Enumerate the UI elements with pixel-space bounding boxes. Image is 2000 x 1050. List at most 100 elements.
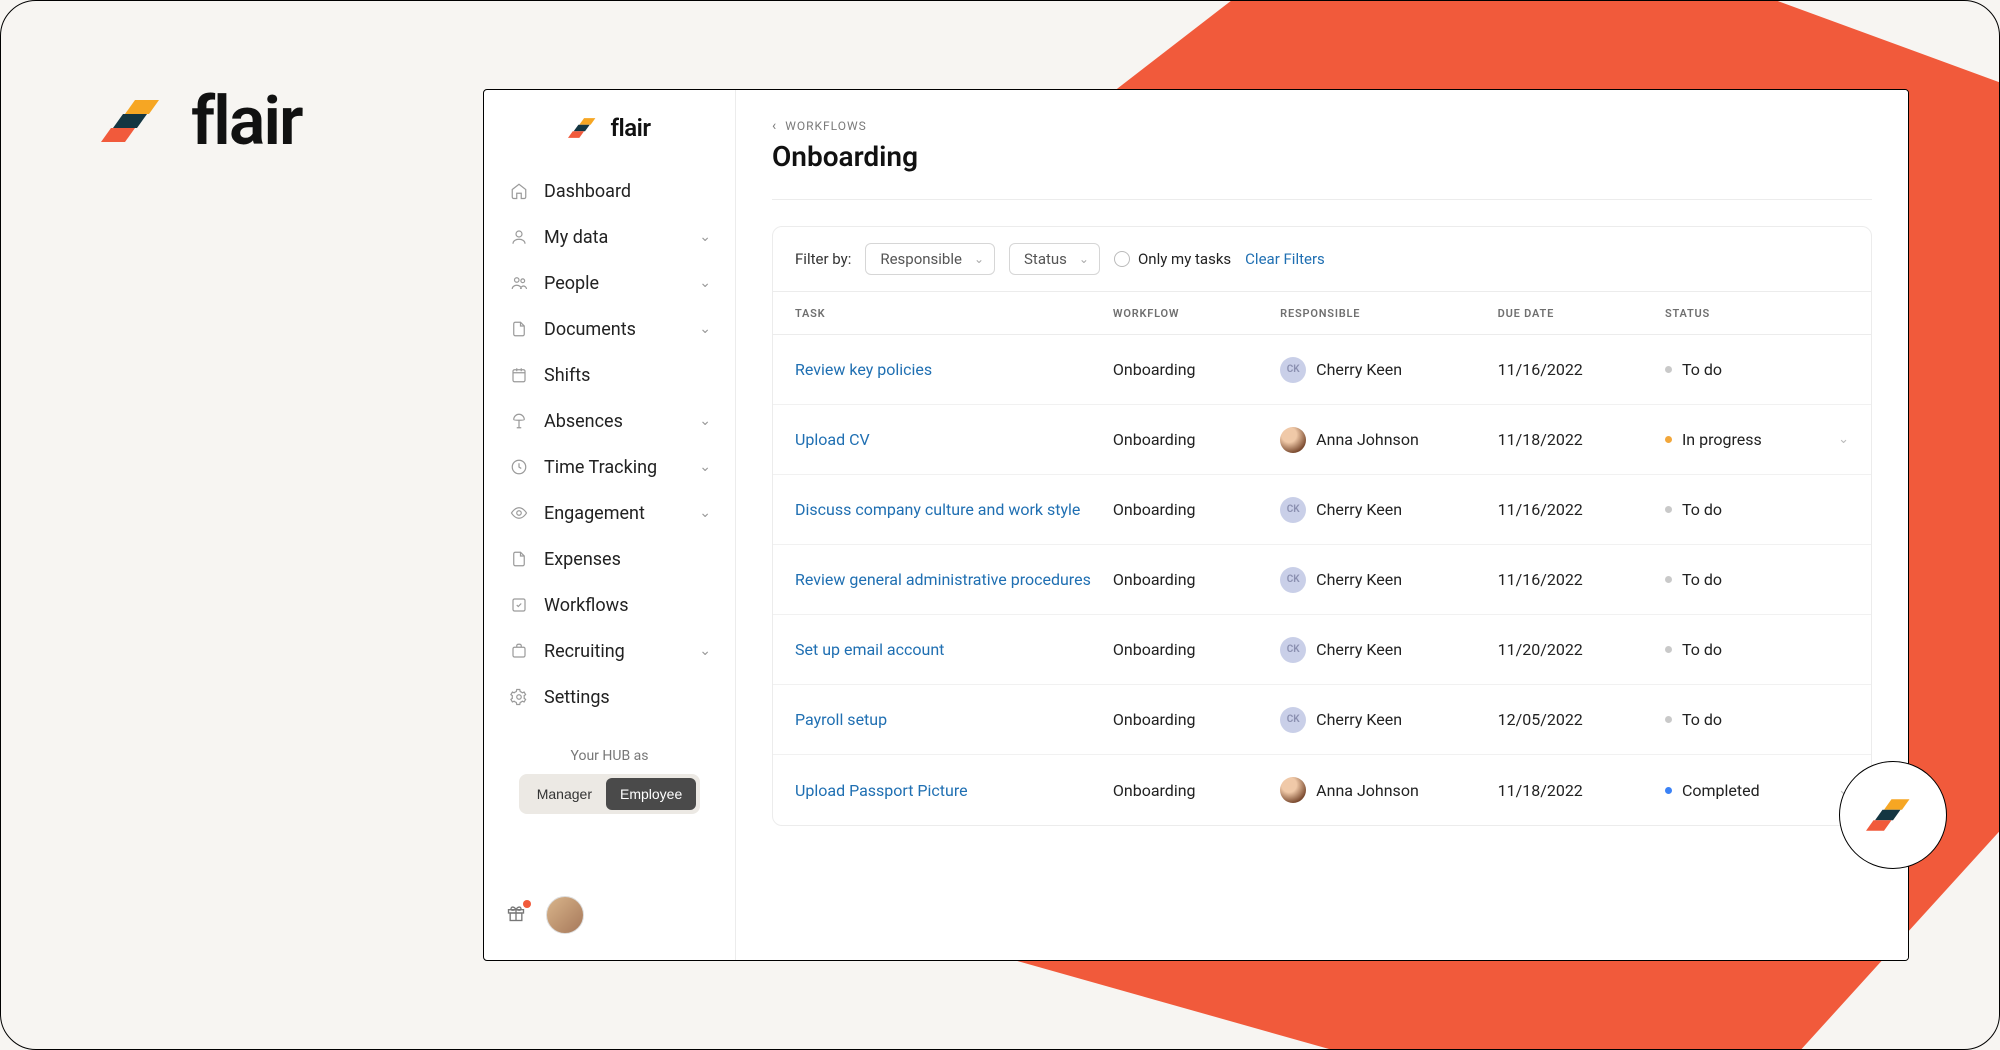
status-cell[interactable]: To do — [1665, 710, 1849, 729]
status-label: To do — [1682, 570, 1722, 589]
workflow-cell: Onboarding — [1113, 640, 1280, 659]
sidebar-item-dashboard[interactable]: Dashboard — [496, 168, 723, 214]
table-row: Set up email account OnboardingCKCherry K… — [773, 615, 1871, 685]
filter-responsible-label: Responsible — [880, 250, 962, 268]
due-date-cell: 11/16/2022 — [1498, 360, 1665, 379]
workflow-cell: Onboarding — [1113, 360, 1280, 379]
sidebar-item-workflows[interactable]: Workflows — [496, 582, 723, 628]
fab-flair-button[interactable] — [1839, 761, 1947, 869]
workflow-cell: Onboarding — [1113, 781, 1280, 800]
status-cell[interactable]: To do — [1665, 640, 1849, 659]
status-label: To do — [1682, 360, 1722, 379]
brand-name: flair — [191, 81, 302, 161]
responsible-name: Anna Johnson — [1316, 781, 1419, 800]
task-link[interactable]: Review key policies — [795, 360, 932, 379]
breadcrumb[interactable]: ‹ WORKFLOWS — [772, 118, 1872, 134]
task-link[interactable]: Payroll setup — [795, 710, 887, 729]
filter-status-select[interactable]: Status ⌄ — [1009, 243, 1100, 275]
sidebar-item-label: Settings — [544, 687, 610, 708]
chevron-down-icon: ⌄ — [699, 275, 711, 291]
sidebar-item-settings[interactable]: Settings — [496, 674, 723, 720]
workflow-cell: Onboarding — [1113, 710, 1280, 729]
app-window: flair DashboardMy data⌄People⌄Documents⌄… — [483, 89, 1909, 961]
status-label: Completed — [1682, 781, 1760, 800]
sidebar-item-documents[interactable]: Documents⌄ — [496, 306, 723, 352]
settings-icon — [508, 686, 530, 708]
main-content: ‹ WORKFLOWS Onboarding Filter by: Respon… — [736, 90, 1908, 960]
status-label: To do — [1682, 710, 1722, 729]
sidebar-item-label: Absences — [544, 411, 623, 432]
table-header: TASK WORKFLOW RESPONSIBLE DUE DATE STATU… — [773, 291, 1871, 335]
brand-logo-large: flair — [101, 81, 302, 161]
due-date-cell: 11/18/2022 — [1498, 781, 1665, 800]
responsible-cell: CKCherry Keen — [1280, 707, 1497, 733]
status-cell[interactable]: To do — [1665, 360, 1849, 379]
task-link[interactable]: Discuss company culture and work style — [795, 500, 1080, 519]
responsible-name: Cherry Keen — [1316, 710, 1402, 729]
tasks-table-card: Filter by: Responsible ⌄ Status ⌄ Only m… — [772, 226, 1872, 826]
sidebar-item-recruiting[interactable]: Recruiting⌄ — [496, 628, 723, 674]
flair-mark-icon — [101, 96, 173, 146]
sidebar-item-label: Workflows — [544, 595, 629, 616]
due-date-cell: 11/20/2022 — [1498, 640, 1665, 659]
hub-manager-button[interactable]: Manager — [523, 778, 606, 810]
chevron-down-icon: ⌄ — [699, 321, 711, 337]
sidebar-item-absences[interactable]: Absences ⌄ — [496, 398, 723, 444]
col-responsible: RESPONSIBLE — [1280, 307, 1497, 320]
filter-responsible-select[interactable]: Responsible ⌄ — [865, 243, 995, 275]
sidebar-item-people[interactable]: People ⌄ — [496, 260, 723, 306]
avatar: CK — [1280, 567, 1306, 593]
status-cell[interactable]: To do — [1665, 500, 1849, 519]
status-dot-icon — [1665, 646, 1672, 653]
sidebar-item-shifts[interactable]: Shifts — [496, 352, 723, 398]
col-due: DUE DATE — [1498, 307, 1665, 320]
status-dot-icon — [1665, 436, 1672, 443]
status-dot-icon — [1665, 716, 1672, 723]
sidebar-logo[interactable]: flair — [484, 108, 735, 168]
flair-mark-icon — [568, 116, 602, 140]
status-cell[interactable]: To do — [1665, 570, 1849, 589]
sidebar-item-label: People — [544, 273, 599, 294]
responsible-name: Cherry Keen — [1316, 640, 1402, 659]
status-dot-icon — [1665, 576, 1672, 583]
status-label: To do — [1682, 500, 1722, 519]
user-avatar[interactable] — [546, 896, 584, 934]
hub-employee-button[interactable]: Employee — [606, 778, 696, 810]
documents-icon — [508, 318, 530, 340]
sidebar-item-label: Expenses — [544, 549, 621, 570]
task-link[interactable]: Upload Passport Picture — [795, 781, 968, 800]
gift-icon[interactable] — [506, 903, 526, 927]
sidebar-item-label: Shifts — [544, 365, 590, 386]
sidebar-item-my-data[interactable]: My data⌄ — [496, 214, 723, 260]
status-label: In progress — [1682, 430, 1762, 449]
filter-status-label: Status — [1024, 250, 1067, 268]
brand-name-small: flair — [610, 114, 650, 142]
col-workflow: WORKFLOW — [1113, 307, 1280, 320]
status-dot-icon — [1665, 366, 1672, 373]
time-tracking-icon — [508, 456, 530, 478]
hub-label: Your HUB as — [484, 748, 735, 764]
clear-filters-link[interactable]: Clear Filters — [1245, 250, 1325, 268]
table-row: Discuss company culture and work styleOn… — [773, 475, 1871, 545]
sidebar-item-label: Time Tracking — [544, 457, 657, 478]
sidebar-item-expenses[interactable]: Expenses — [496, 536, 723, 582]
avatar: CK — [1280, 497, 1306, 523]
sidebar-item-time-tracking[interactable]: Time Tracking⌄ — [496, 444, 723, 490]
responsible-cell: CKCherry Keen — [1280, 637, 1497, 663]
task-link[interactable]: Upload CV — [795, 430, 870, 449]
hub-switcher: Your HUB as Manager Employee — [484, 748, 735, 814]
filter-bar: Filter by: Responsible ⌄ Status ⌄ Only m… — [773, 227, 1871, 291]
col-status: STATUS — [1665, 307, 1849, 320]
task-link[interactable]: Review general administrative procedures — [795, 570, 1091, 589]
sidebar-item-engagement[interactable]: Engagement⌄ — [496, 490, 723, 536]
workflow-cell: Onboarding — [1113, 430, 1280, 449]
sidebar-item-label: Dashboard — [544, 181, 631, 202]
task-link[interactable]: Set up email account — [795, 640, 944, 659]
status-cell[interactable]: Completed⌄ — [1665, 781, 1849, 800]
workflows-icon — [508, 594, 530, 616]
only-my-tasks-toggle[interactable]: Only my tasks — [1114, 250, 1231, 268]
notification-dot — [523, 900, 531, 908]
status-cell[interactable]: In progress⌄ — [1665, 430, 1849, 449]
chevron-down-icon: ⌄ — [699, 413, 711, 429]
sidebar-item-label: Recruiting — [544, 641, 625, 662]
